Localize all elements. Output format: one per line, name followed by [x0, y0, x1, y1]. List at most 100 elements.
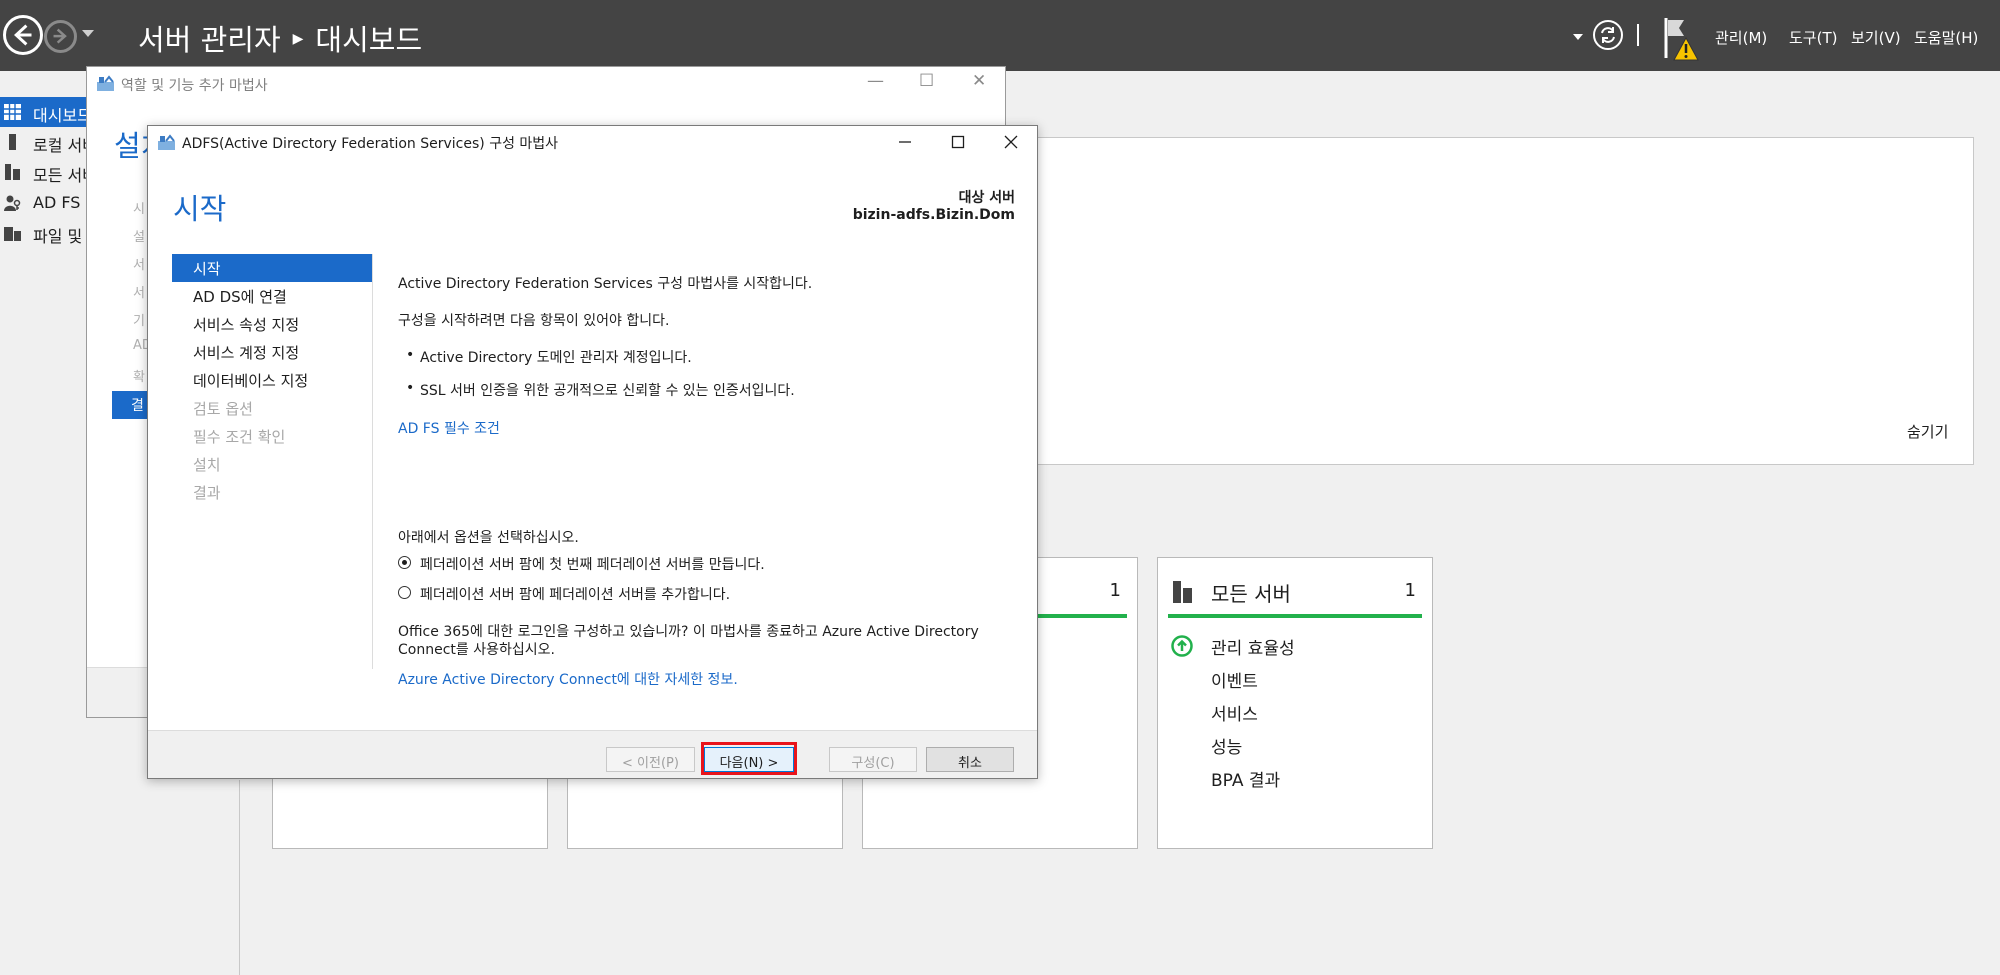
tile-title: 모든 서버	[1211, 582, 1291, 606]
step-database[interactable]: 데이터베이스 지정	[172, 366, 372, 394]
maximize-button[interactable]	[938, 129, 978, 155]
sidebar-item-label: 로컬 서버	[33, 136, 90, 155]
wizard-app-icon	[97, 75, 114, 91]
tile-count: 1	[1109, 580, 1121, 601]
step-review-options: 검토 옵션	[193, 400, 253, 418]
tile-row-events[interactable]: 이벤트	[1211, 667, 1258, 692]
close-button[interactable]: ✕	[972, 71, 986, 91]
server-icon	[9, 134, 16, 150]
options-label: 아래에서 옵션을 선택하십시오.	[398, 530, 579, 546]
minimize-button[interactable]: —	[867, 71, 884, 91]
sidebar-item-local-server[interactable]: 로컬 서버	[0, 127, 90, 157]
intro-text: Active Directory Federation Services 구성 …	[398, 276, 813, 292]
breadcrumb-separator-icon: ▶	[292, 31, 304, 47]
adfs-configuration-wizard: ADFS(Active Directory Federation Service…	[147, 125, 1038, 779]
close-icon	[1004, 135, 1018, 149]
history-dropdown-icon[interactable]	[82, 30, 94, 37]
close-button[interactable]	[991, 129, 1031, 155]
maximize-icon	[951, 135, 965, 149]
arrow-right-icon	[53, 28, 67, 44]
tile-row-manageability[interactable]: 관리 효율성	[1211, 634, 1295, 659]
dashboard-divider	[239, 780, 240, 975]
step-results: 결과	[193, 484, 221, 502]
sidebar-item-label: 모든 서버	[33, 166, 90, 185]
page-title: 대시보드	[315, 23, 423, 57]
previous-button[interactable]: < 이전(P)	[606, 747, 695, 772]
target-server-value: bizin-adfs.Bizin.Dom	[852, 207, 1015, 223]
wizard-step-selected[interactable]: 결	[112, 391, 152, 419]
radio-unselected-icon[interactable]	[398, 586, 411, 599]
step-connect-adds[interactable]: AD DS에 연결	[172, 282, 372, 310]
sidebar-item-all-servers[interactable]: 모든 서버	[0, 157, 90, 187]
azure-ad-connect-link[interactable]: Azure Active Directory Connect에 대한 자세한 정…	[398, 669, 738, 689]
wizard-step[interactable]: 서	[133, 282, 145, 301]
tile-row-performance[interactable]: 성능	[1211, 733, 1242, 758]
page-title: 시작	[173, 192, 227, 226]
step-service-account[interactable]: 서비스 계정 지정	[172, 338, 372, 366]
welcome-panel	[1030, 137, 1974, 465]
sidebar-item-dashboard[interactable]: 대시보드	[0, 97, 90, 127]
office365-note: Office 365에 대한 로그인을 구성하고 있습니까? 이 마법사를 종료…	[398, 624, 979, 658]
breadcrumb: 서버 관리자 ▶ 대시보드	[138, 17, 422, 59]
next-button[interactable]: 다음(N) >	[704, 747, 794, 772]
toolbar-divider	[1637, 24, 1639, 46]
cancel-button[interactable]: 취소	[926, 747, 1014, 772]
step-prerequisite-check: 필수 조건 확인	[193, 428, 286, 446]
sidebar-item-label: 대시보드	[33, 106, 90, 125]
refresh-icon	[1601, 27, 1615, 43]
wizard-footer: < 이전(P) 다음(N) > 구성(C) 취소	[148, 730, 1037, 778]
configure-button[interactable]: 구성(C)	[829, 747, 917, 772]
wizard-step[interactable]: 기	[133, 310, 145, 329]
tile-header: 모든 서버 1	[1168, 578, 1422, 618]
forward-button[interactable]	[44, 20, 77, 53]
step-install: 설치	[193, 456, 221, 474]
wizard-step[interactable]: 서	[133, 254, 145, 273]
option-label: 페더레이션 서버 팜에 페더레이션 서버를 추가합니다.	[420, 587, 731, 603]
menu-view[interactable]: 보기(V)	[1851, 27, 1901, 48]
refresh-dropdown-icon[interactable]	[1573, 34, 1583, 40]
file-storage-icon	[4, 227, 21, 241]
servers-icon	[5, 164, 20, 180]
steps-divider	[372, 254, 373, 669]
server-manager-topbar: 서버 관리자 ▶ 대시보드 관리(M) 도구(T) 보기(V) 도움말(H)	[0, 0, 2000, 71]
requirement-bullet: Active Directory 도메인 관리자 계정입니다.	[406, 347, 692, 367]
menu-tools[interactable]: 도구(T)	[1789, 27, 1837, 48]
window-title: ADFS(Active Directory Federation Service…	[182, 136, 559, 152]
status-ok-icon	[1171, 635, 1193, 657]
wizard-app-icon	[158, 134, 175, 150]
app-title: 서버 관리자	[138, 23, 281, 57]
step-service-properties[interactable]: 서비스 속성 지정	[172, 310, 372, 338]
minimize-icon	[899, 141, 911, 143]
step-start[interactable]: 시작	[172, 254, 372, 282]
notification-flag-warning-icon	[1664, 18, 1699, 61]
sidebar-item-label: 파일 및 저장소 서비스	[33, 227, 90, 246]
sidebar-item-label: AD FS	[33, 193, 81, 212]
adfs-icon	[4, 195, 21, 211]
refresh-button[interactable]	[1593, 20, 1623, 50]
servers-icon	[1173, 581, 1192, 603]
dashboard-icon	[4, 104, 21, 120]
menu-help[interactable]: 도움말(H)	[1914, 27, 1978, 48]
window-title: 역할 및 기능 추가 마법사	[121, 78, 268, 94]
maximize-button[interactable]: ☐	[919, 71, 934, 91]
hide-welcome-link[interactable]: 숨기기	[1907, 421, 1948, 442]
target-server-label: 대상 서버	[958, 190, 1015, 206]
wizard-step[interactable]: 설	[133, 226, 145, 245]
wizard-step[interactable]: 확	[133, 366, 145, 385]
sidebar-item-file-storage[interactable]: 파일 및 저장소 서비스	[0, 218, 90, 248]
notifications-button[interactable]	[1662, 16, 1702, 62]
sidebar-item-adfs[interactable]: AD FS	[0, 188, 90, 218]
minimize-button[interactable]	[885, 129, 925, 155]
requirements-text: 구성을 시작하려면 다음 항목이 있어야 합니다.	[398, 313, 670, 329]
arrow-left-icon	[13, 24, 32, 46]
all-servers-tile[interactable]: 모든 서버 1 관리 효율성 이벤트 서비스 성능 BPA 결과	[1157, 557, 1433, 849]
back-button[interactable]	[3, 15, 43, 55]
tile-row-services[interactable]: 서비스	[1211, 700, 1258, 725]
tile-row-bpa-results[interactable]: BPA 결과	[1211, 766, 1280, 791]
option-label: 페더레이션 서버 팜에 첫 번째 페더레이션 서버를 만듭니다.	[420, 557, 765, 573]
radio-selected-icon[interactable]	[398, 556, 411, 569]
menu-manage[interactable]: 관리(M)	[1715, 27, 1767, 48]
requirement-bullet: SSL 서버 인증을 위한 공개적으로 신뢰할 수 있는 인증서입니다.	[406, 380, 795, 400]
wizard-step[interactable]: 시	[133, 198, 145, 217]
adfs-prerequisites-link[interactable]: AD FS 필수 조건	[398, 418, 500, 438]
